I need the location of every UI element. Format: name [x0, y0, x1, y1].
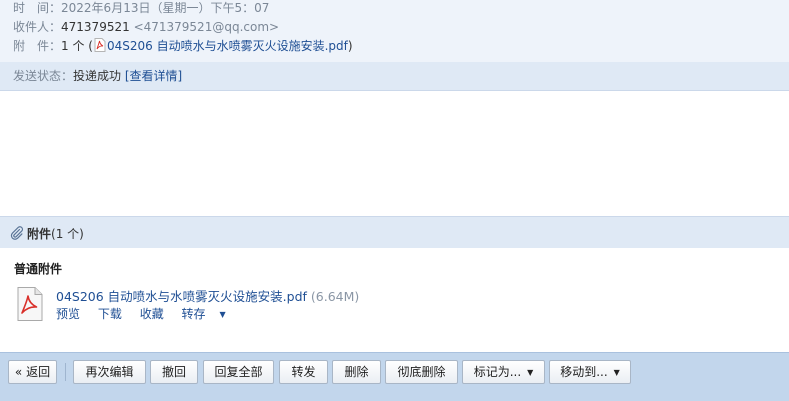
pdf-icon: [94, 38, 106, 52]
time-row: 时 间：2022年6月13日（星期一）下午5：07: [13, 0, 269, 17]
view-details-link[interactable]: [查看详情]: [125, 69, 182, 83]
attachments-header: 附件(1 个): [0, 216, 789, 248]
preview-link[interactable]: 预览: [56, 307, 80, 321]
move-to-button[interactable]: 移动到... ▼: [549, 360, 631, 384]
attachment-actions: 预览 下载 收藏 转存 ▼: [56, 305, 226, 322]
recipient-row: 收件人：471379521 <471379521@qq.com>: [13, 18, 279, 36]
recall-button[interactable]: 撤回: [150, 360, 198, 384]
paperclip-icon: [10, 226, 24, 240]
chevron-down-icon[interactable]: ▼: [220, 310, 226, 319]
recipient-name[interactable]: 471379521: [61, 20, 130, 34]
attachment-label: 附 件：: [13, 39, 62, 53]
attachment-file-name[interactable]: 04S206 自动喷水与水喷雾灭火设施安装.pdf (6.64M): [56, 286, 359, 305]
attachment-file-name-text[interactable]: 04S206 自动喷水与水喷雾灭火设施安装.pdf: [56, 289, 307, 304]
attachment-file-size: (6.64M): [310, 289, 360, 304]
send-status-bar: 发送状态：投递成功 [查看详情]: [0, 62, 789, 91]
attachments-count: (1 个): [51, 227, 84, 241]
pdf-file-icon[interactable]: [15, 286, 45, 322]
attachment-file-link[interactable]: 04S206 自动喷水与水喷雾灭火设施安装.pdf: [107, 39, 348, 53]
recipient-label: 收件人：: [13, 20, 62, 34]
forward-button[interactable]: 转发: [279, 360, 328, 384]
time-label: 时 间：: [13, 1, 62, 15]
send-status-value: 投递成功: [73, 69, 122, 83]
mark-as-button[interactable]: 标记为... ▼: [462, 360, 545, 384]
move-to-label: 移动到...: [560, 365, 608, 379]
mark-as-label: 标记为...: [473, 365, 522, 379]
delete-button[interactable]: 删除: [332, 360, 381, 384]
chevron-down-icon: ▼: [527, 368, 534, 377]
mail-header: 时 间：2022年6月13日（星期一）下午5：07 收件人：471379521 …: [0, 0, 789, 62]
recipient-email: <471379521@qq.com>: [133, 20, 280, 34]
edit-again-button[interactable]: 再次编辑: [73, 360, 146, 384]
favorite-link[interactable]: 收藏: [140, 307, 164, 321]
delete-permanently-button[interactable]: 彻底删除: [385, 360, 458, 384]
time-value: 2022年6月13日（星期一）下午5：07: [61, 1, 270, 15]
save-to-link[interactable]: 转存: [182, 307, 206, 321]
attachment-count: 1 个 (: [61, 39, 93, 53]
attachments-area: 普通附件 04S206 自动喷水与水喷雾灭火设施安装.pdf (6.64M) 预…: [0, 248, 789, 352]
mail-body: [0, 91, 789, 216]
back-button[interactable]: « 返回: [8, 360, 57, 384]
reply-all-button[interactable]: 回复全部: [203, 360, 274, 384]
send-status-label: 发送状态：: [13, 69, 74, 83]
toolbar-divider: [65, 363, 66, 381]
normal-attachments-label: 普通附件: [14, 262, 63, 276]
attachment-close-paren: ): [347, 39, 353, 53]
chevron-down-icon: ▼: [613, 368, 620, 377]
attachment-row: 附 件：1 个 ( 04S206 自动喷水与水喷雾灭火设施安装.pdf): [13, 37, 353, 55]
download-link[interactable]: 下载: [98, 307, 122, 321]
mail-toolbar: « 返回 再次编辑 撤回 回复全部 转发 删除 彻底删除 标记为... ▼ 移动到…: [0, 352, 789, 401]
attachments-title: 附件: [27, 227, 52, 241]
